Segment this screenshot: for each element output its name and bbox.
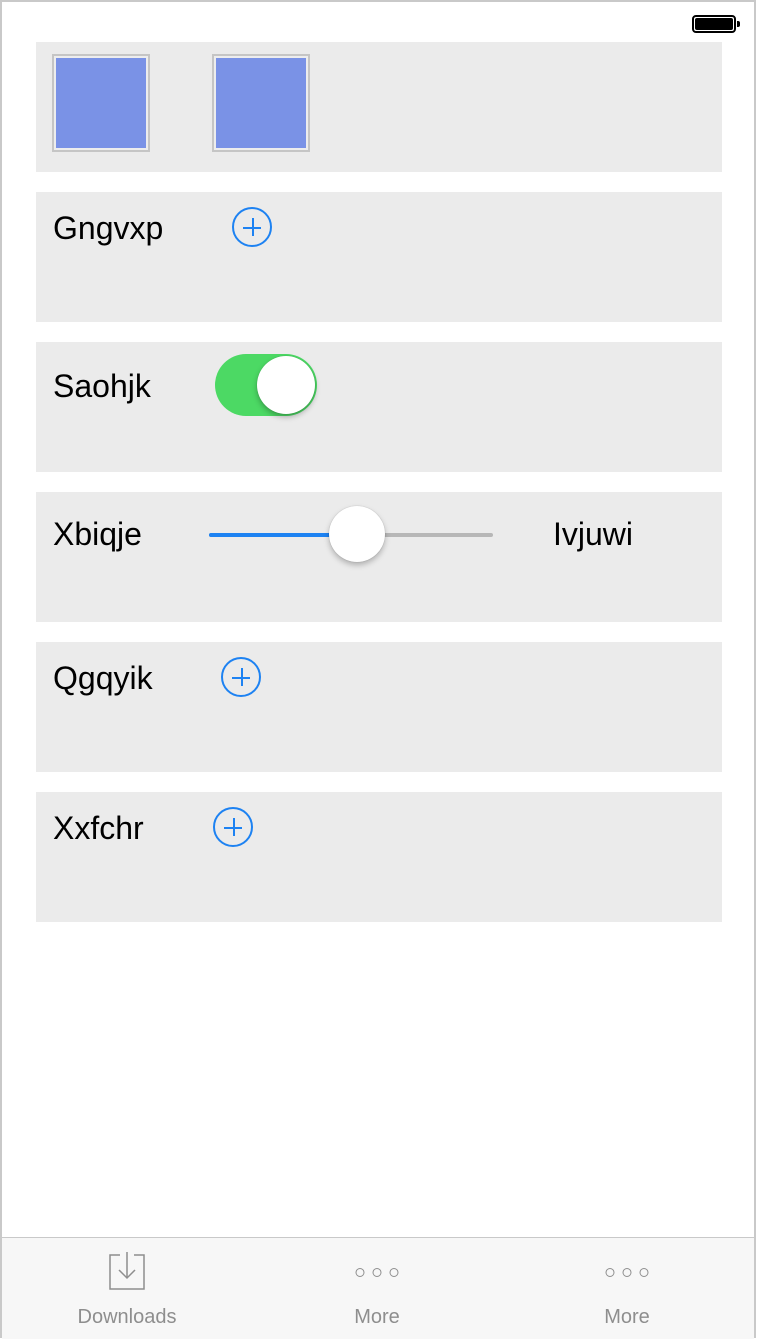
image-tile-1[interactable] — [52, 54, 150, 152]
tab-label: More — [604, 1306, 650, 1328]
tab-more-1[interactable]: More — [252, 1238, 502, 1338]
image-tile-2[interactable] — [212, 54, 310, 152]
row-label: Xbiqje — [53, 516, 142, 552]
app-screen: Gngvxp Saohjk Xbiqje Ivjuwi Qgqyik Xxfch… — [0, 0, 756, 1338]
toggle-switch[interactable] — [215, 354, 317, 416]
add-circle-icon[interactable] — [221, 657, 261, 697]
row-card-xxfchr: Xxfchr — [36, 792, 722, 922]
download-icon — [109, 1252, 145, 1290]
row-card-qgqyik: Qgqyik — [36, 642, 722, 772]
image-tiles-card — [36, 42, 722, 172]
row-label: Xxfchr — [53, 810, 144, 846]
tab-bar: Downloads More More — [2, 1237, 754, 1339]
row-label: Gngvxp — [53, 210, 164, 246]
tab-label: More — [354, 1306, 400, 1328]
slider[interactable] — [209, 506, 493, 564]
row-card-xbiqje: Xbiqje Ivjuwi — [36, 492, 722, 622]
row-label: Saohjk — [53, 368, 151, 404]
tab-label: Downloads — [77, 1306, 177, 1328]
row-card-gngvxp: Gngvxp — [36, 192, 722, 322]
battery-icon — [692, 15, 740, 33]
slider-max-label: Ivjuwi — [553, 516, 634, 552]
row-label: Qgqyik — [53, 660, 153, 696]
add-circle-icon[interactable] — [213, 807, 253, 847]
tab-more-2[interactable]: More — [502, 1238, 752, 1338]
add-circle-icon[interactable] — [232, 207, 272, 247]
row-card-saohjk: Saohjk — [36, 342, 722, 472]
toggle-knob — [257, 356, 315, 414]
more-icon — [355, 1268, 399, 1277]
tab-downloads[interactable]: Downloads — [2, 1238, 252, 1338]
slider-thumb[interactable] — [329, 506, 385, 562]
more-icon — [605, 1268, 649, 1277]
